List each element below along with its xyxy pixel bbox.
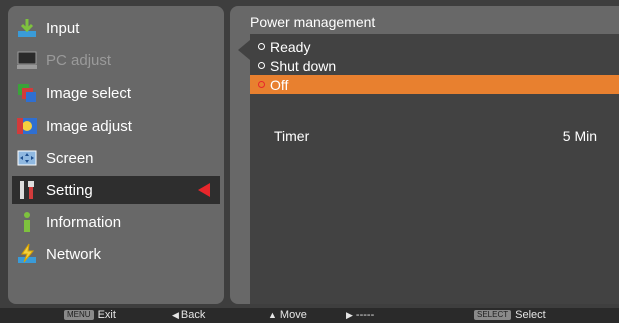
menu-item-network[interactable]: Network — [12, 240, 220, 268]
hint-exit: MENU Exit — [64, 309, 116, 321]
hint-select-label: Select — [515, 309, 546, 321]
timer-value: 5 Min — [562, 128, 597, 144]
setting-icon — [16, 179, 38, 201]
select-key-icon: SELECT — [474, 310, 512, 320]
information-icon — [16, 211, 38, 233]
menu-item-information[interactable]: Information — [12, 208, 220, 236]
network-icon — [16, 243, 38, 265]
selection-arrow-icon — [198, 183, 210, 197]
menu-item-screen[interactable]: Screen — [12, 144, 220, 172]
menu-label: Setting — [46, 181, 93, 199]
hint-next-label: ----- — [355, 309, 375, 321]
option-label: Shut down — [270, 57, 337, 74]
menu-item-input[interactable]: Input — [12, 14, 220, 42]
menu-item-image-adjust[interactable]: Image adjust — [12, 112, 220, 140]
screen-icon — [16, 147, 38, 169]
radio-icon — [258, 62, 265, 69]
image-adjust-icon — [16, 115, 38, 137]
hint-back-label: Back — [180, 309, 206, 321]
menu-label: Screen — [46, 149, 94, 167]
hint-back: ◀ Back — [172, 309, 205, 321]
pc-adjust-icon — [16, 49, 38, 71]
menu-label: Network — [46, 245, 102, 263]
menu-label: Information — [46, 213, 122, 231]
hint-move-label: Move — [279, 309, 307, 321]
right-arrow-icon: ▶ — [346, 309, 353, 320]
hint-next: ▶ ----- — [346, 309, 374, 321]
menu-label: Image adjust — [46, 117, 132, 135]
image-select-icon — [16, 82, 38, 104]
menu-label: Image select — [46, 84, 132, 102]
hint-bar: MENU Exit ◀ Back ▲ Move ▶ ----- SELECT S… — [0, 308, 619, 323]
menu-label: Input — [46, 19, 80, 37]
option-ready[interactable]: Ready — [250, 37, 619, 56]
hint-move: ▲ Move — [268, 309, 307, 321]
radio-icon — [258, 81, 265, 88]
option-shut-down[interactable]: Shut down — [250, 56, 619, 75]
main-menu: Input PC adjust Image select Image adjus… — [8, 6, 224, 304]
option-label: Ready — [270, 38, 311, 55]
option-label: Off — [270, 76, 289, 93]
left-arrow-icon: ◀ — [172, 309, 179, 320]
hint-select: SELECT Select — [474, 309, 546, 321]
timer-label: Timer — [274, 128, 310, 144]
hint-exit-label: Exit — [97, 309, 116, 321]
timer-row[interactable]: Timer 5 Min — [250, 126, 619, 146]
submenu-panel: Power management Ready Shut down Off Tim… — [230, 6, 619, 304]
menu-key-icon: MENU — [64, 310, 94, 320]
submenu-content: Ready Shut down Off Timer 5 Min — [238, 34, 619, 304]
option-off[interactable]: Off — [250, 75, 619, 94]
input-icon — [16, 17, 38, 39]
pointer-icon — [238, 40, 250, 60]
radio-icon — [258, 43, 265, 50]
menu-item-setting[interactable]: Setting — [12, 176, 220, 204]
menu-label: PC adjust — [46, 51, 112, 69]
menu-item-image-select[interactable]: Image select — [12, 79, 220, 107]
menu-item-pc-adjust[interactable]: PC adjust — [12, 46, 220, 74]
up-down-arrow-icon: ▲ — [268, 310, 277, 320]
submenu-title: Power management — [250, 14, 376, 30]
